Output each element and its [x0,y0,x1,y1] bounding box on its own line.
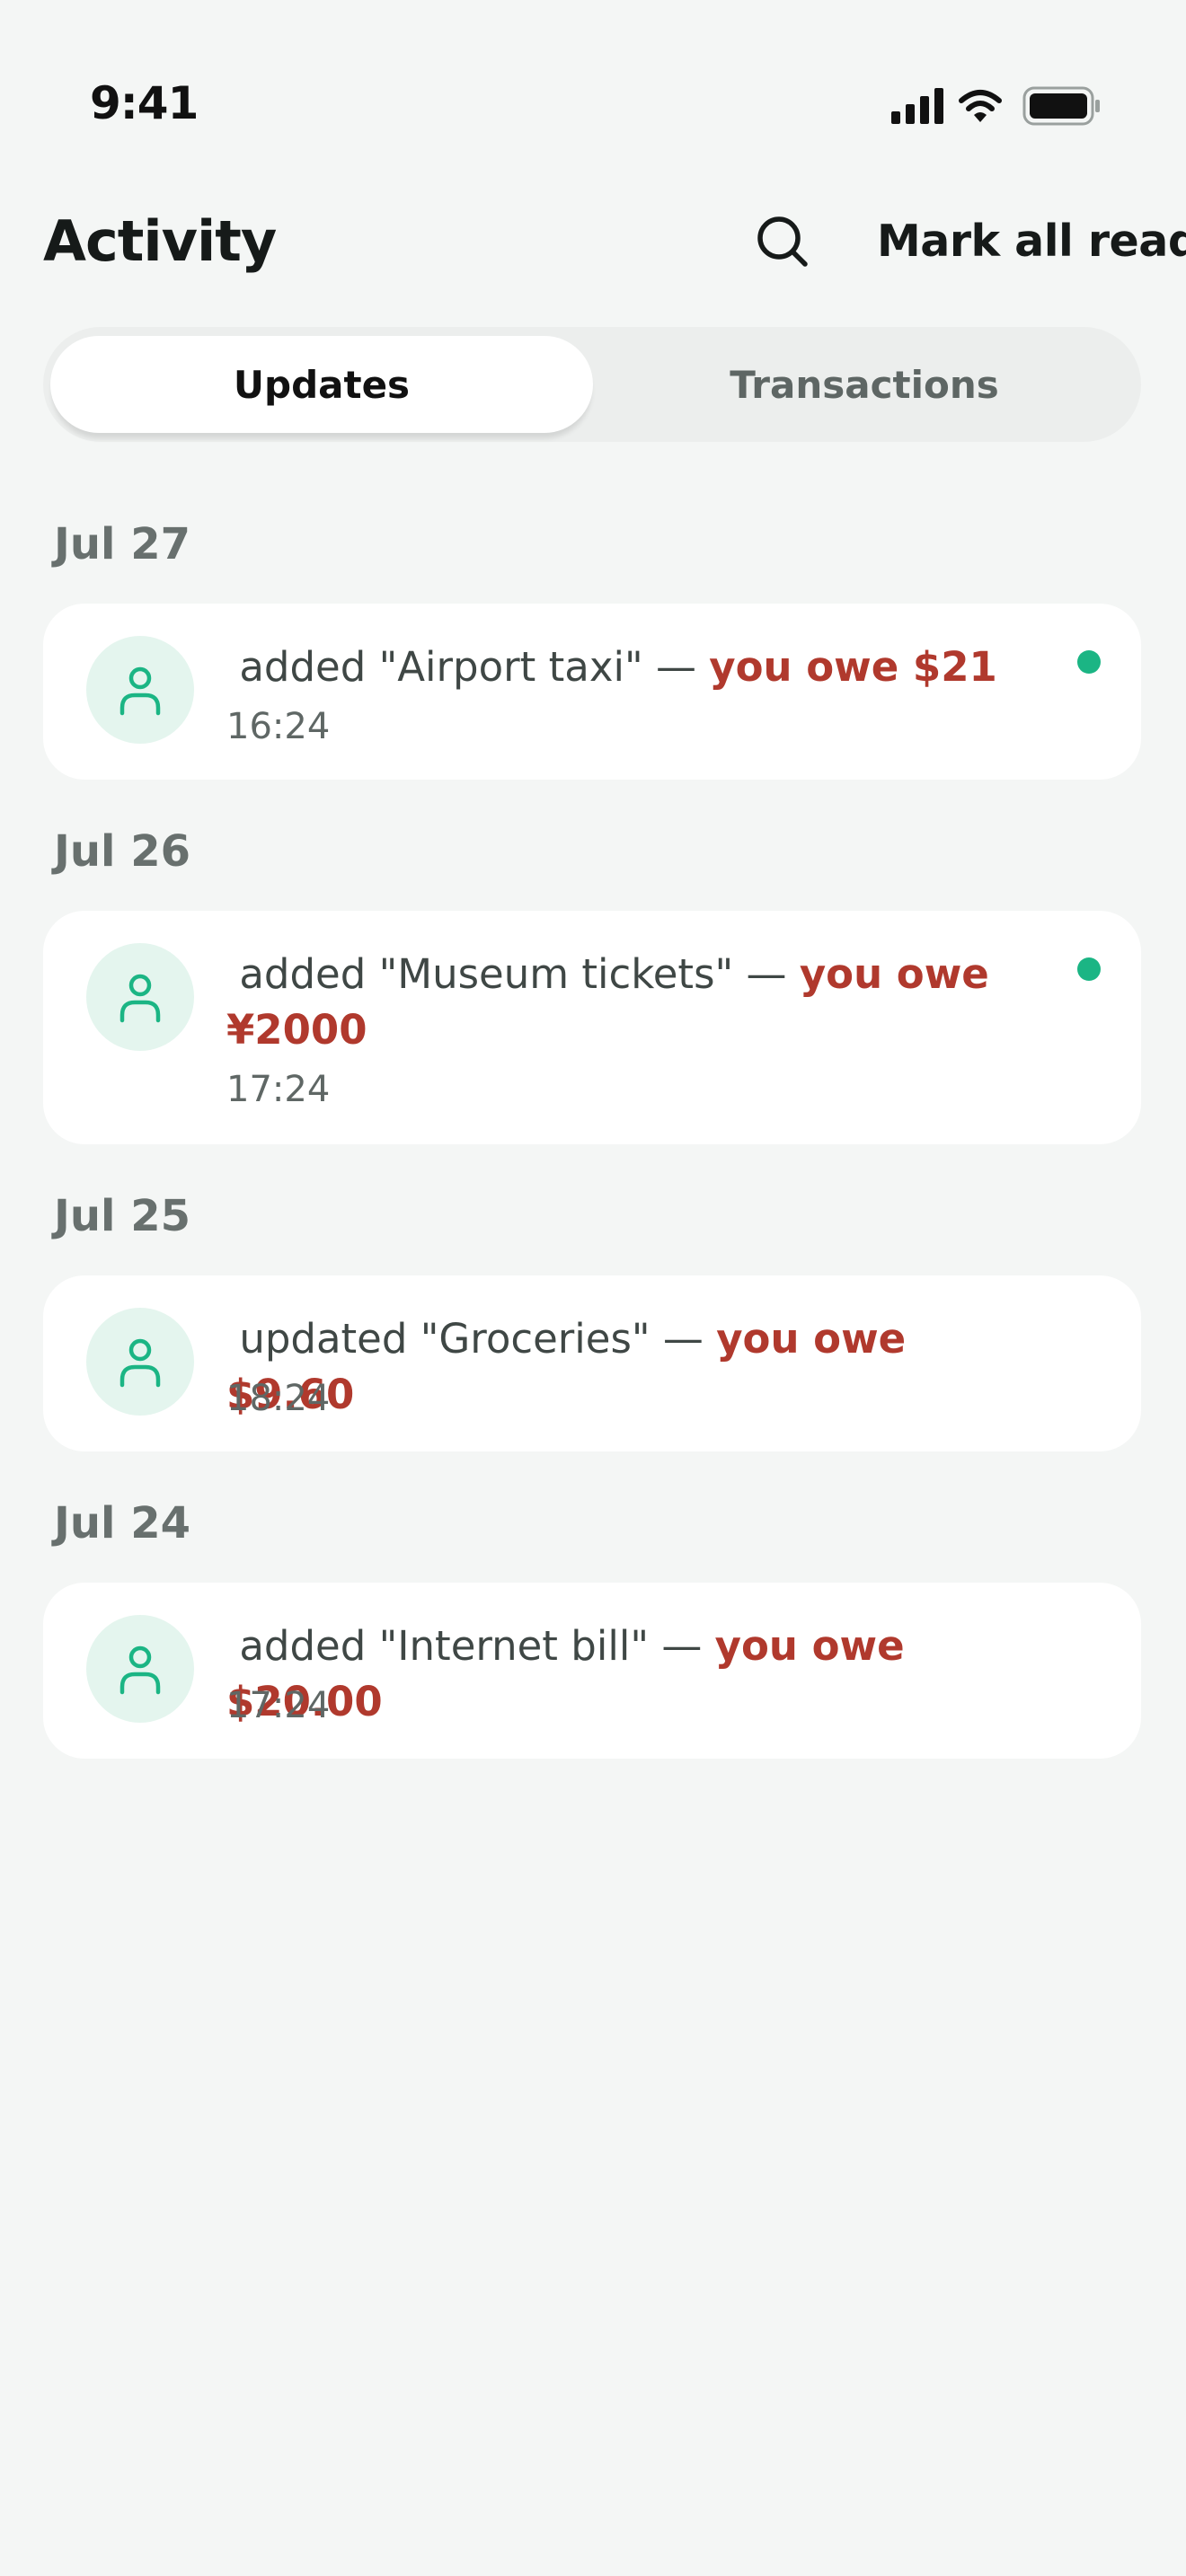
date-heading: Jul 25 [54,1191,190,1241]
activity-text: added "Airport taxi" — you owe $21 [226,640,1035,695]
activity-description: added "Museum tickets" — [226,950,800,998]
date-heading: Jul 26 [54,826,190,877]
activity-time: 17:24 [226,1685,331,1726]
avatar [86,636,194,744]
search-icon [757,216,808,267]
wifi-icon [959,90,1002,122]
avatar [86,1615,194,1723]
status-bar: 9:41 [0,0,1186,207]
search-button[interactable] [753,212,812,271]
status-time: 9:41 [90,77,199,129]
tab-updates[interactable]: Updates [50,336,593,433]
person-icon [119,1645,161,1695]
activity-time: 18:24 [226,1378,331,1419]
person-icon [119,666,161,716]
battery-icon [1022,86,1100,126]
activity-item[interactable]: added "Museum tickets" — you owe ¥2000 1… [43,911,1141,1144]
page-title: Activity [43,208,277,274]
tab-switcher: Updates Transactions [43,327,1141,442]
amount-owed: you owe $21 [709,643,997,691]
activity-description: added "Airport taxi" — [226,643,710,691]
unread-indicator [1077,957,1101,981]
activity-text: updated "Groceries" — you owe $9.60 [226,1311,1035,1423]
cellular-signal-icon [891,88,943,124]
activity-time: 16:24 [226,706,331,747]
mark-all-read-button[interactable]: Mark all read [877,216,1186,267]
activity-description: updated "Groceries" — [226,1315,717,1363]
avatar [86,943,194,1051]
tab-transactions[interactable]: Transactions [593,336,1136,433]
activity-item[interactable]: updated "Groceries" — you owe $9.60 18:2… [43,1275,1141,1451]
activity-text: added "Museum tickets" — you owe ¥2000 [226,947,1035,1058]
activity-item[interactable]: added "Airport taxi" — you owe $21 16:24 [43,604,1141,780]
date-heading: Jul 24 [54,1498,190,1548]
activity-text: added "Internet bill" — you owe $20.00 [226,1619,1035,1730]
unread-indicator [1077,650,1101,674]
activity-time: 17:24 [226,1069,331,1110]
activity-item[interactable]: added "Internet bill" — you owe $20.00 1… [43,1583,1141,1759]
person-icon [119,1338,161,1388]
date-heading: Jul 27 [54,519,190,569]
avatar [86,1308,194,1416]
activity-description: added "Internet bill" — [226,1622,715,1670]
person-icon [119,974,161,1023]
